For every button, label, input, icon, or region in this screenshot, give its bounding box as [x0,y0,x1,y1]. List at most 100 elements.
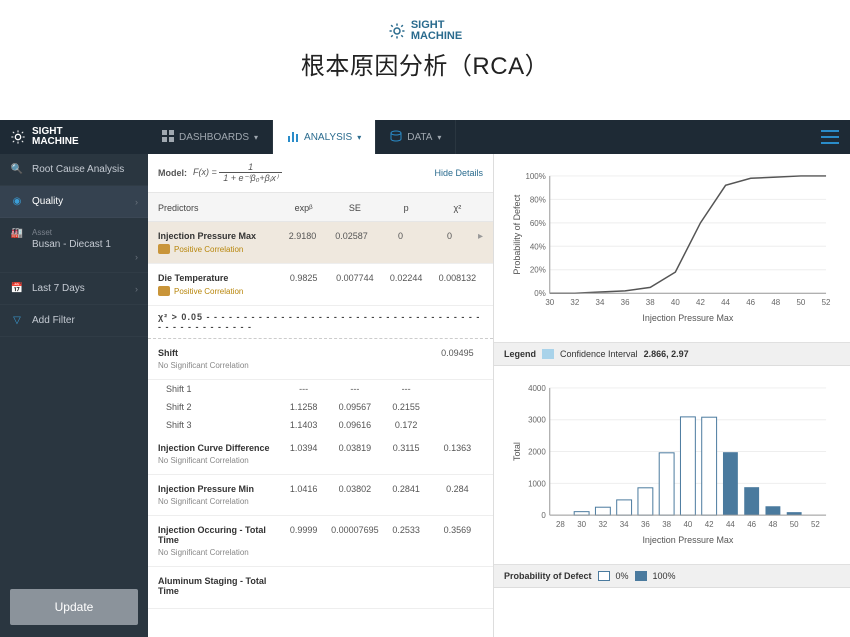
chevron-right-icon: › [135,252,138,262]
svg-text:Injection Pressure Max: Injection Pressure Max [642,313,733,323]
svg-text:46: 46 [746,298,755,307]
svg-text:4000: 4000 [528,384,546,393]
ci-swatch [542,349,554,359]
table-header: Predictors expᵝ SE p χ² [148,193,493,222]
svg-text:2000: 2000 [528,448,546,457]
chevron-down-icon: ▾ [357,133,361,142]
gauge-icon: ◉ [10,196,24,207]
predictor-row[interactable]: Aluminum Staging - Total Time [148,567,493,609]
probability-chart: 0% 20% 40% 60% 80% 100% 30 32 34 36 38 40 42 44 46 48 50… [494,154,850,343]
predictor-row[interactable]: Injection Pressure MaxPositive Correlati… [148,222,493,264]
nav-tab-data[interactable]: DATA▾ [376,120,456,154]
chevron-right-icon: › [135,197,138,207]
nav-tab-dashboards[interactable]: DASHBOARDS▾ [148,120,273,154]
model-formula: F(x) = 1 1 + e⁻⁽β₀+βⱼx⁾ [193,162,282,184]
svg-text:30: 30 [577,520,586,529]
svg-text:38: 38 [646,298,655,307]
hamburger-icon [821,130,839,144]
search-icon: 🔍 [10,164,24,175]
zero-swatch [598,571,610,581]
topbar: SIGHT MACHINE DASHBOARDS▾ANALYSIS▾DATA▾ [0,120,850,154]
menu-button[interactable] [810,120,850,154]
logo[interactable]: SIGHT MACHINE [0,120,148,154]
sidebar-item-0[interactable]: 🔍Root Cause Analysis [0,154,148,186]
funnel-icon: ▽ [10,315,24,326]
predictor-subrow: Shift 1 ------ --- [148,380,493,398]
sidebar-item-4[interactable]: ▽Add Filter [0,305,148,337]
svg-text:34: 34 [596,298,605,307]
db-icon [390,130,402,145]
brand-line2: MACHINE [411,31,462,42]
prob-legend-row: Probability of Defect 0% 100% [494,565,850,588]
svg-text:30: 30 [545,298,554,307]
correlation-badge [158,286,170,296]
nav-tab-analysis[interactable]: ANALYSIS▾ [273,120,376,154]
update-button[interactable]: Update [10,589,138,625]
svg-text:46: 46 [747,520,756,529]
predictor-row[interactable]: Injection Occuring - Total TimeNo Signif… [148,516,493,567]
gear-icon [388,22,406,40]
predictor-row[interactable]: Injection Curve DifferenceNo Significant… [148,434,493,475]
svg-text:48: 48 [771,298,780,307]
factory-icon: 🏭 [10,228,24,239]
svg-text:40: 40 [671,298,680,307]
grid-icon [162,130,174,145]
predictor-row[interactable]: ShiftNo Significant Correlation 0.09495 [148,339,493,380]
svg-text:60%: 60% [530,219,546,228]
svg-text:42: 42 [696,298,705,307]
svg-text:44: 44 [721,298,730,307]
predictor-row[interactable]: Injection Pressure MinNo Significant Cor… [148,475,493,516]
predictors-panel: Model: F(x) = 1 1 + e⁻⁽β₀+βⱼx⁾ Hide Deta… [148,154,494,637]
svg-text:28: 28 [556,520,565,529]
sidebar-item-2[interactable]: 🏭AssetBusan - Diecast 1› [0,218,148,273]
predictor-row[interactable]: Die TemperaturePositive Correlation 0.98… [148,264,493,306]
svg-text:48: 48 [769,520,778,529]
bars-icon [287,130,299,145]
svg-text:0: 0 [541,511,546,520]
chevron-right-icon: › [135,284,138,294]
svg-text:40: 40 [683,520,692,529]
svg-text:100%: 100% [525,172,545,181]
chi-divider: χ² > 0.05 - - - - - - - - - - - - - - - … [148,306,493,339]
svg-text:44: 44 [726,520,735,529]
svg-text:50: 50 [790,520,799,529]
svg-text:34: 34 [620,520,629,529]
chevron-down-icon: ▾ [437,133,441,142]
page-title: 根本原因分析（RCA） [301,46,549,81]
svg-text:38: 38 [662,520,671,529]
svg-text:40%: 40% [530,242,546,251]
svg-text:36: 36 [621,298,630,307]
gear-icon [10,129,26,145]
calendar-icon: 📅 [10,283,24,294]
svg-text:0%: 0% [534,289,545,298]
sidebar: 🔍Root Cause Analysis◉Quality›🏭AssetBusan… [0,154,148,637]
model-row: Model: F(x) = 1 1 + e⁻⁽β₀+βⱼx⁾ Hide Deta… [148,154,493,193]
svg-text:36: 36 [641,520,650,529]
svg-text:Probability of Defect: Probability of Defect [512,194,522,274]
legend-row: Legend Confidence Interval 2.866, 2.97 [494,343,850,366]
predictor-subrow: Shift 3 1.14030.09616 0.172 [148,416,493,434]
chart-panel: 0% 20% 40% 60% 80% 100% 30 32 34 36 38 40 42 44 46 48 50… [494,154,850,637]
svg-text:32: 32 [570,298,579,307]
model-label: Model: [158,168,187,178]
svg-text:42: 42 [705,520,714,529]
svg-text:20%: 20% [530,266,546,275]
svg-text:32: 32 [598,520,607,529]
svg-text:50: 50 [797,298,806,307]
page-header: SIGHT MACHINE 根本原因分析（RCA） [0,0,850,89]
svg-text:52: 52 [811,520,820,529]
svg-text:3000: 3000 [528,416,546,425]
full-swatch [635,571,647,581]
histogram-chart: 0 1000 2000 3000 4000 28 30 32 34 36 38 40 42 44 46 48 5… [494,366,850,565]
chevron-down-icon: ▾ [254,133,258,142]
sidebar-item-3[interactable]: 📅Last 7 Days› [0,273,148,305]
correlation-badge [158,244,170,254]
predictor-subrow: Shift 2 1.12580.09567 0.2155 [148,398,493,416]
sidebar-item-1[interactable]: ◉Quality› [0,186,148,218]
chevron-right-icon: ▸ [474,231,483,242]
svg-text:80%: 80% [530,195,546,204]
svg-text:1000: 1000 [528,479,546,488]
svg-text:52: 52 [822,298,831,307]
svg-text:Injection Pressure Max: Injection Pressure Max [642,535,733,545]
hide-details-link[interactable]: Hide Details [434,168,483,178]
